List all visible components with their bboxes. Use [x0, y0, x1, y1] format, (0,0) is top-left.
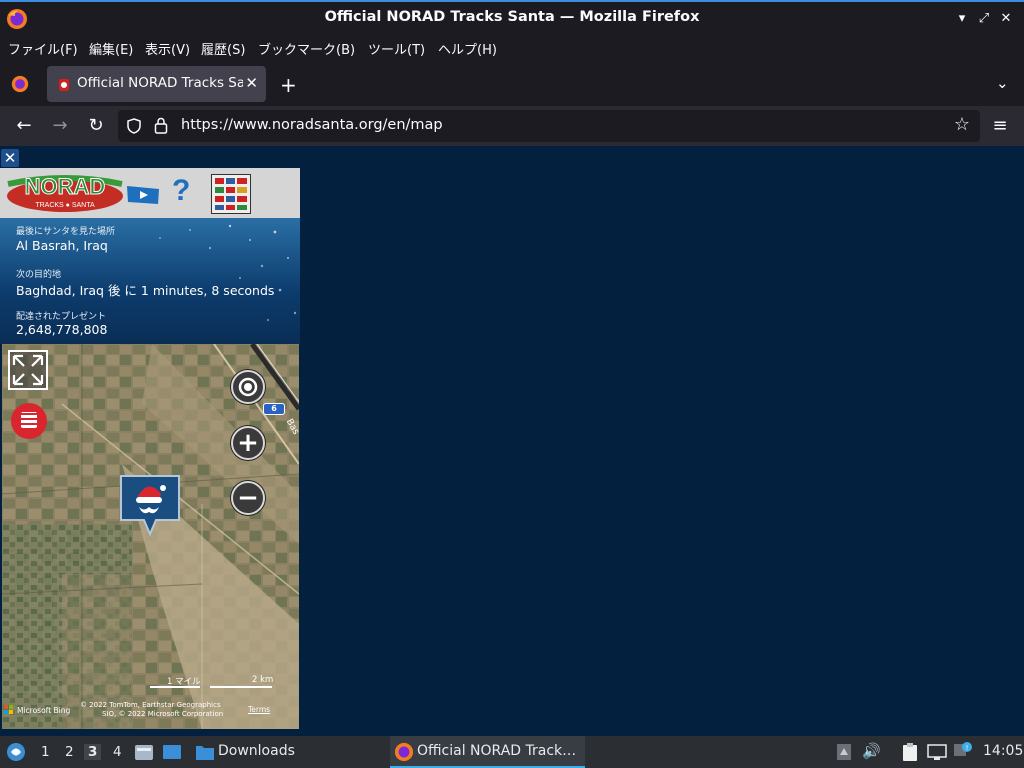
taskbar: 1 2 3 4 Downloads Official NORAD Track… … — [0, 736, 1024, 768]
village-grid-icon[interactable] — [211, 174, 251, 214]
video-play-icon[interactable] — [125, 184, 161, 206]
clipboard-icon[interactable] — [901, 742, 919, 762]
last-seen-label: 最後にサンタを見た場所 — [16, 227, 116, 237]
title-bar: Official NORAD Tracks Santa — Mozilla Fi… — [0, 0, 1024, 34]
santa-location-marker-icon[interactable] — [119, 474, 181, 538]
svg-text:TRACKS ● SANTA: TRACKS ● SANTA — [35, 202, 95, 209]
presents-delivered-label: 配達されたプレゼント — [16, 312, 107, 322]
close-panel-icon[interactable]: ✕ — [1, 149, 19, 167]
locate-santa-button[interactable] — [231, 370, 265, 404]
reload-icon[interactable]: ↻ — [84, 114, 108, 138]
map-terms-link[interactable]: Terms — [248, 705, 270, 714]
scale-miles-label: 1 マイル — [167, 677, 201, 687]
app-menu-icon[interactable]: ≡ — [988, 114, 1012, 138]
forward-icon[interactable]: → — [48, 114, 72, 138]
svg-text:NORAD: NORAD — [25, 174, 106, 199]
workspace-2[interactable]: 2 — [65, 744, 74, 760]
map-copyright-1: © 2022 TomTom, Earthstar Geographics — [80, 701, 221, 709]
norad-logo: NORAD TRACKS ● SANTA — [7, 174, 123, 212]
firefox-task-label: Official NORAD Track… — [417, 743, 577, 759]
show-desktop-icon[interactable] — [162, 742, 182, 762]
santa-sleigh-badge-icon[interactable] — [10, 402, 48, 440]
map-copyright-2: SIO, © 2022 Microsoft Corporation — [102, 710, 224, 718]
road-shield-6: 6 — [263, 403, 285, 415]
help-question-icon[interactable]: ? — [172, 174, 190, 208]
lock-icon[interactable] — [154, 117, 168, 134]
menu-history[interactable]: 履歴(S) — [201, 39, 245, 58]
network-icon[interactable] — [927, 743, 947, 761]
notification-icon[interactable]: ! — [953, 742, 973, 760]
shield-icon[interactable] — [127, 118, 141, 134]
zoom-in-button[interactable]: + — [231, 426, 265, 460]
next-destination-label: 次の目的地 — [16, 270, 62, 280]
firefox-view-icon[interactable] — [11, 75, 29, 93]
maximize-icon[interactable]: ⤢ — [976, 11, 992, 27]
back-icon[interactable]: ← — [12, 114, 36, 138]
close-window-icon[interactable]: ✕ — [998, 11, 1014, 27]
fullscreen-icon[interactable] — [8, 350, 48, 390]
menu-bar: ファイル(F) 編集(E) 表示(V) 履歴(S) ブックマーク(B) ツール(… — [0, 34, 1024, 62]
downloads-task[interactable]: Downloads — [218, 743, 295, 759]
clock: 14:05 — [983, 743, 1024, 759]
page-content: ✕ NORAD TRACKS ● SANTA ? 最後にサンタを見た場所 Al … — [0, 146, 1024, 736]
menu-tools[interactable]: ツール(T) — [368, 39, 425, 58]
workspace-4[interactable]: 4 — [113, 744, 122, 760]
firefox-task-button[interactable]: Official NORAD Track… — [390, 736, 585, 768]
menu-view[interactable]: 表示(V) — [145, 39, 190, 58]
satellite-map[interactable]: 6 Bas + − 1 マイル 2 km Microsoft Bing © 20… — [2, 344, 299, 729]
menu-file[interactable]: ファイル(F) — [8, 39, 78, 58]
tab-label: Official NORAD Tracks Santa — [77, 75, 243, 91]
firefox-task-icon — [394, 742, 414, 762]
tab-bar: Official NORAD Tracks Santa ✕ + ⌄ — [0, 62, 1024, 106]
zoom-out-button[interactable]: − — [231, 481, 265, 515]
santa-favicon-icon — [59, 79, 69, 91]
workspace-3[interactable]: 3 — [84, 744, 102, 760]
workspace-1[interactable]: 1 — [41, 744, 50, 760]
scale-km-label: 2 km — [252, 675, 274, 685]
volume-icon[interactable]: 🔊 — [862, 742, 881, 760]
file-manager-icon[interactable] — [134, 742, 154, 762]
url-bar[interactable]: https://www.noradsanta.org/en/map ☆ — [118, 110, 980, 142]
tab-norad[interactable]: Official NORAD Tracks Santa ✕ — [47, 66, 266, 102]
norad-header: NORAD TRACKS ● SANTA ? — [0, 168, 300, 218]
menu-edit[interactable]: 編集(E) — [89, 39, 133, 58]
svg-text:!: ! — [966, 744, 969, 752]
window-title: Official NORAD Tracks Santa — Mozilla Fi… — [324, 9, 700, 25]
bing-label: Microsoft Bing — [17, 706, 71, 715]
clipboard-tray-icon[interactable] — [836, 743, 852, 761]
menu-bookmarks[interactable]: ブックマーク(B) — [258, 39, 355, 58]
next-destination-value: Baghdad, Iraq 後 に 1 minutes, 8 seconds — [16, 283, 275, 298]
menu-help[interactable]: ヘルプ(H) — [438, 39, 497, 58]
presents-delivered-value: 2,648,778,808 — [16, 322, 108, 337]
folder-icon[interactable] — [195, 743, 215, 761]
new-tab-icon[interactable]: + — [280, 73, 297, 97]
minimize-icon[interactable]: ▾ — [954, 11, 970, 27]
bookmark-star-icon[interactable]: ☆ — [954, 114, 970, 135]
url-text: https://www.noradsanta.org/en/map — [181, 117, 443, 133]
tab-close-icon[interactable]: ✕ — [245, 74, 258, 92]
last-seen-value: Al Basrah, Iraq — [16, 238, 108, 253]
start-menu-icon[interactable] — [6, 742, 26, 762]
scale-bar-km — [210, 686, 272, 688]
microsoft-logo-icon — [4, 705, 14, 715]
nav-bar: ← → ↻ https://www.noradsanta.org/en/map … — [0, 106, 1024, 146]
list-all-tabs-icon[interactable]: ⌄ — [996, 74, 1009, 92]
tracking-info-panel: 最後にサンタを見た場所 Al Basrah, Iraq 次の目的地 Baghda… — [0, 218, 300, 344]
